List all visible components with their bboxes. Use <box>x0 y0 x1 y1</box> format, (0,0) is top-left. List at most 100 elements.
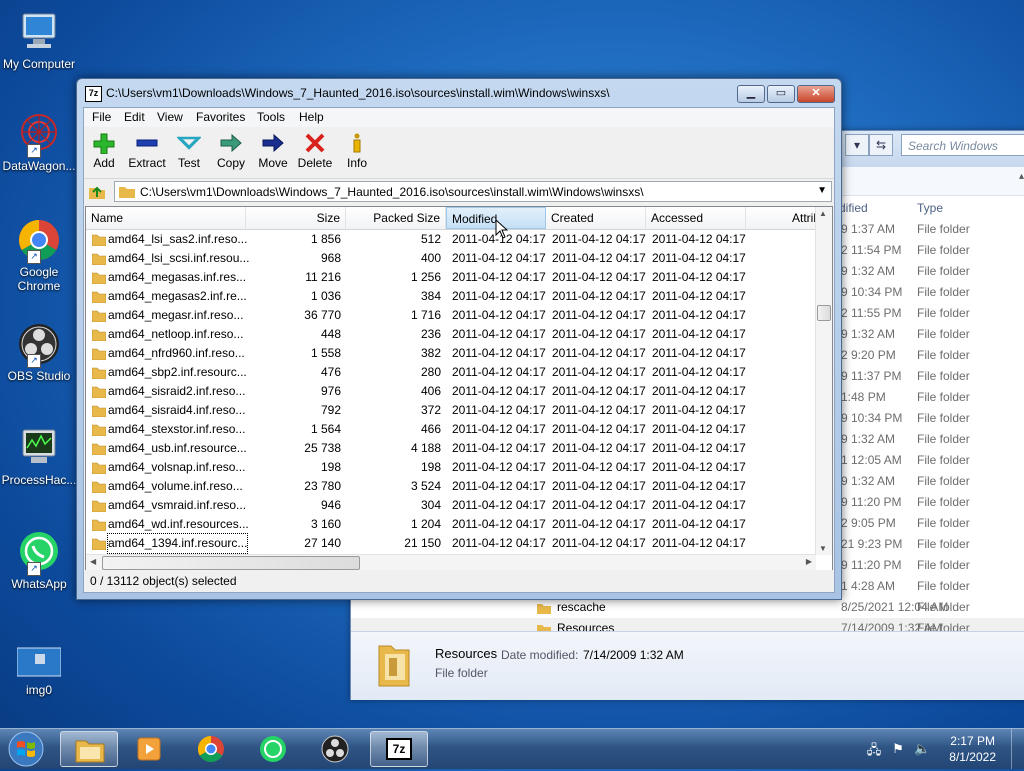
column-size[interactable]: Size <box>246 207 346 229</box>
vertical-scrollbar[interactable]: ▲ ▼ <box>815 207 832 555</box>
minimize-button[interactable]: ▁ <box>737 85 765 103</box>
column-created[interactable]: Created <box>546 207 646 229</box>
menu-view[interactable]: View <box>157 110 183 124</box>
add-button[interactable]: Add <box>82 132 126 170</box>
desktop-icon-obs-studio[interactable]: ↗ OBS Studio <box>0 322 78 383</box>
menu-tools[interactable]: Tools <box>257 110 285 124</box>
windows-logo-icon <box>8 731 44 767</box>
cell-modified: 2011-04-12 04:17 <box>452 422 546 436</box>
start-button[interactable] <box>6 730 46 768</box>
minus-icon <box>136 139 158 147</box>
menu-edit[interactable]: Edit <box>124 110 145 124</box>
table-row[interactable]: amd64_volsnap.inf.reso... 198 198 2011-04-1… <box>86 458 816 477</box>
table-row[interactable]: amd64_sisraid4.inf.reso... 792 372 2011-04-… <box>86 401 816 420</box>
title-bar[interactable]: 7z C:\Users\vm1\Downloads\Windows_7_Haun… <box>77 79 841 107</box>
list-item[interactable]: rescache 8/25/2021 12:04 AM File folder <box>351 597 1024 618</box>
table-row[interactable]: amd64_vsmraid.inf.reso... 946 304 2011-04-1… <box>86 496 816 515</box>
details-pane: Resources Date modified: 7/14/2009 1:32 … <box>351 631 1024 700</box>
desktop-icon-img0[interactable]: img0 <box>0 646 78 697</box>
table-row[interactable]: amd64_nfrd960.inf.reso... 1 558 382 2011-04… <box>86 344 816 363</box>
horizontal-scrollbar[interactable]: ◀ ▶ <box>86 554 816 571</box>
scroll-thumb[interactable] <box>817 305 831 321</box>
menu-help[interactable]: Help <box>299 110 324 124</box>
column-accessed[interactable]: Accessed <box>646 207 746 229</box>
taskbar-media-player[interactable] <box>120 731 178 767</box>
taskbar-chrome[interactable] <box>182 731 240 767</box>
cell-modified: 2011-04-12 04:17 <box>452 270 546 284</box>
table-row[interactable]: amd64_megasas.inf.res... 11 216 1 256 2011-… <box>86 268 816 287</box>
delete-x-icon <box>305 133 325 153</box>
extract-button[interactable]: Extract <box>125 132 169 170</box>
cell-name: amd64_lsi_scsi.inf.resou... <box>108 251 250 265</box>
scroll-right-icon[interactable]: ▶ <box>806 557 812 566</box>
table-row[interactable]: amd64_netloop.inf.reso... 448 236 2011-04-1… <box>86 325 816 344</box>
scroll-up-icon[interactable]: ▲ <box>819 209 827 218</box>
desktop-icon-whatsapp[interactable]: ↗ WhatsApp <box>0 530 78 591</box>
copy-button[interactable]: Copy <box>209 132 253 170</box>
close-button[interactable]: ✕ <box>797 85 835 103</box>
menu-favorites[interactable]: Favorites <box>196 110 245 124</box>
scroll-down-icon[interactable]: ▼ <box>819 544 827 553</box>
desktop-icon-google-chrome[interactable]: ↗ Google Chrome <box>0 218 78 293</box>
cell-size: 23 780 <box>304 479 341 493</box>
column-name[interactable]: Name <box>86 207 246 229</box>
search-input[interactable]: Search Windows <box>901 134 1024 156</box>
maximize-button[interactable]: ▭ <box>767 85 795 103</box>
table-row[interactable]: amd64_sisraid2.inf.reso... 976 406 2011-04-… <box>86 382 816 401</box>
table-row[interactable]: amd64_lsi_scsi.inf.resou... 968 400 2011-04… <box>86 249 816 268</box>
table-row[interactable]: amd64_wd.inf.resources... 3 160 1 204 2011-… <box>86 515 816 534</box>
cell-packed-size: 198 <box>420 460 441 474</box>
menu-file[interactable]: File <box>92 110 111 124</box>
show-desktop-button[interactable] <box>1011 729 1024 769</box>
network-icon[interactable]: 🖧 <box>866 741 882 757</box>
taskbar-obs[interactable] <box>306 731 364 767</box>
table-row[interactable]: amd64_megasas2.inf.re... 1 036 384 2011-04-… <box>86 287 816 306</box>
column-attrib[interactable]: Attrib <box>746 207 826 229</box>
7zip-window[interactable]: 7z C:\Users\vm1\Downloads\Windows_7_Haun… <box>76 78 842 600</box>
scroll-left-icon[interactable]: ◀ <box>90 557 96 566</box>
table-row[interactable]: amd64_stexstor.inf.reso... 1 564 466 2011-0… <box>86 420 816 439</box>
table-row[interactable]: amd64_lsi_sas2.inf.reso... 1 856 512 2011-0… <box>86 230 816 249</box>
column-type[interactable]: Type <box>917 201 943 215</box>
cell-size: 476 <box>320 365 341 379</box>
taskbar-explorer[interactable] <box>60 731 118 767</box>
cell-packed-size: 1 256 <box>410 270 441 284</box>
cell-modified: 2011-04-12 04:17 <box>452 498 546 512</box>
cell-packed-size: 1 716 <box>410 308 441 322</box>
computer-icon <box>17 10 61 54</box>
up-folder-icon[interactable] <box>88 182 106 200</box>
obs-icon <box>321 735 349 763</box>
dropdown-chevron-icon[interactable]: ▾ <box>845 134 869 156</box>
action-center-flag-icon[interactable]: ⚑ <box>890 741 906 757</box>
taskbar-whatsapp[interactable] <box>244 731 302 767</box>
folder-icon <box>91 461 107 475</box>
image-file-icon <box>16 646 62 680</box>
desktop-icon-my-computer[interactable]: My Computer <box>0 10 78 71</box>
delete-button[interactable]: Delete <box>293 132 337 170</box>
cell-accessed: 2011-04-12 04:17 <box>652 365 746 379</box>
desktop-icon-processhacker[interactable]: ProcessHac... <box>0 426 78 487</box>
info-button[interactable]: Info <box>335 132 379 170</box>
volume-icon[interactable]: 🔈 <box>914 741 930 757</box>
move-button[interactable]: Move <box>251 132 295 170</box>
table-row[interactable]: amd64_volume.inf.reso... 23 780 3 524 2011-… <box>86 477 816 496</box>
table-row[interactable]: amd64_sbp2.inf.resourc... 476 280 2011-04-1… <box>86 363 816 382</box>
clock[interactable]: 2:17 PM 8/1/2022 <box>949 733 996 765</box>
column-packed-size[interactable]: Packed Size <box>346 207 446 229</box>
scroll-thumb[interactable] <box>102 556 360 570</box>
chevron-down-icon[interactable]: ▼ <box>817 185 827 196</box>
column-modified[interactable]: dified <box>839 201 868 215</box>
test-button[interactable]: Test <box>167 132 211 170</box>
table-row[interactable]: amd64_megasr.inf.reso... 36 770 1 716 2011-… <box>86 306 816 325</box>
refresh-icon[interactable]: ⇆ <box>869 134 893 156</box>
desktop-icon-datawagon[interactable]: ↗ DataWagon... <box>0 112 78 173</box>
desktop-icon-label: My Computer <box>2 57 76 71</box>
path-input[interactable]: C:\Users\vm1\Downloads\Windows_7_Haunted… <box>114 181 832 202</box>
cell-modified: 2011-04-12 04:17 <box>452 441 546 455</box>
cell-size: 976 <box>320 384 341 398</box>
table-row[interactable]: amd64_1394.inf.resourc... 27 140 21 150 201… <box>86 533 816 554</box>
folder-icon <box>91 442 107 456</box>
taskbar-7zip[interactable]: 7z <box>370 731 428 767</box>
table-row[interactable]: amd64_usb.inf.resource... 25 738 4 188 2011… <box>86 439 816 458</box>
scroll-up-icon[interactable]: ▴ <box>1019 171 1024 189</box>
